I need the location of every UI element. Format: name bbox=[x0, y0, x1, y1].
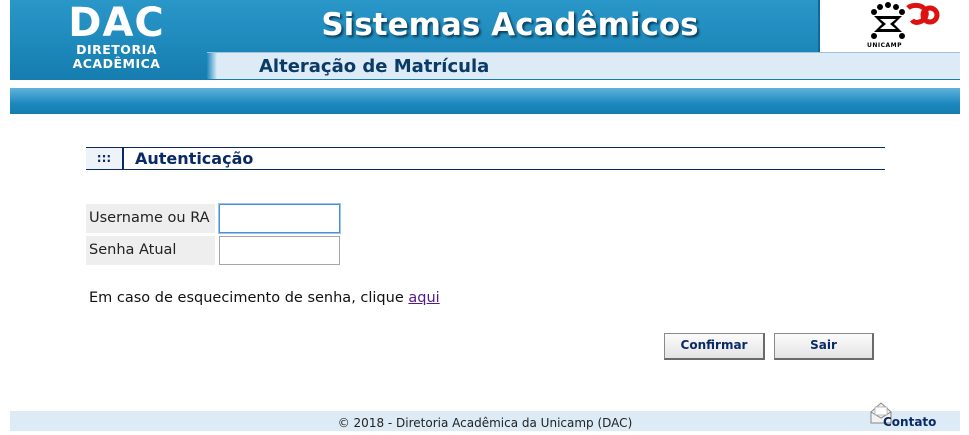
unicamp-logo-text: UNICAMP bbox=[867, 42, 903, 49]
section-title: Autenticação bbox=[135, 149, 254, 168]
forgot-password-text: Em caso de esquecimento de senha, clique… bbox=[89, 289, 440, 307]
unicamp-logo[interactable]: UNICAMP bbox=[818, 0, 962, 52]
contact-label: Contato bbox=[883, 415, 937, 429]
password-label: Senha Atual bbox=[86, 236, 215, 265]
contact-link[interactable]: Contato bbox=[868, 402, 948, 431]
subtitle-bar-edge bbox=[207, 53, 217, 79]
page-subtitle: Alteração de Matrícula bbox=[259, 56, 490, 77]
dac-logo[interactable]: DAC DIRETORIA ACADÊMICA bbox=[54, 3, 179, 78]
section-marker: ::: bbox=[86, 148, 124, 169]
header-stripe bbox=[10, 88, 960, 114]
site-header: DAC DIRETORIA ACADÊMICA Sistemas Acadêmi… bbox=[10, 0, 962, 80]
subtitle-bar: Alteração de Matrícula bbox=[207, 52, 960, 79]
username-input[interactable] bbox=[219, 204, 340, 233]
unicamp-50-logo-icon bbox=[871, 2, 940, 39]
forgot-password-message: Em caso de esquecimento de senha, clique bbox=[89, 290, 404, 306]
forgot-password-link[interactable]: aqui bbox=[408, 290, 439, 306]
confirm-button[interactable]: Confirmar bbox=[664, 333, 765, 360]
password-input[interactable] bbox=[219, 236, 340, 265]
system-title: Sistemas Acadêmicos bbox=[321, 7, 699, 43]
footer: © 2018 - Diretoria Acadêmica da Unicamp … bbox=[10, 411, 960, 431]
copyright-text: © 2018 - Diretoria Acadêmica da Unicamp … bbox=[337, 416, 633, 430]
username-label: Username ou RA bbox=[86, 204, 215, 233]
exit-button[interactable]: Sair bbox=[774, 333, 874, 360]
dac-logo-text: DAC bbox=[68, 0, 165, 46]
auth-section-header: ::: Autenticação bbox=[86, 147, 885, 170]
dac-logo-line2: ACADÊMICA bbox=[72, 56, 161, 71]
